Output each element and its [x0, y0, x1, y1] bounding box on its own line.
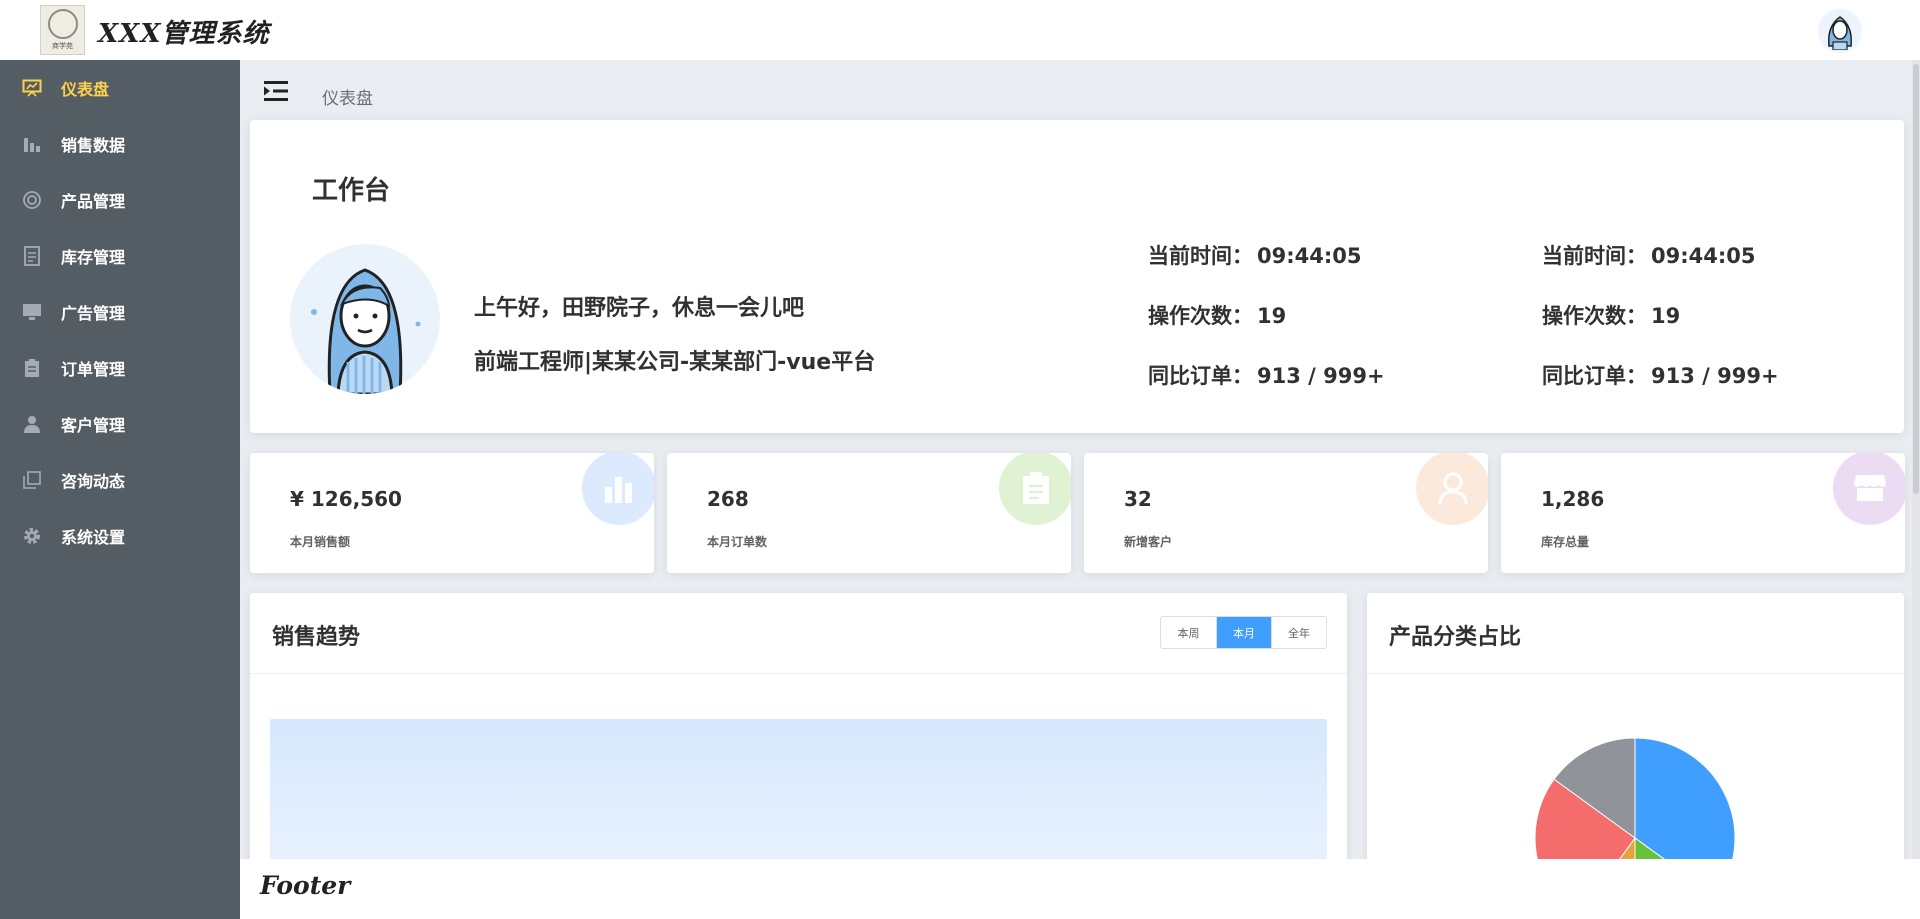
kpi-value: 32 [1124, 487, 1152, 511]
sidebar-item-settings[interactable]: 系统设置 [0, 508, 240, 564]
tab-full-year[interactable]: 全年 [1271, 617, 1326, 648]
document-icon [22, 246, 42, 266]
app-title: XXX管理系统 [98, 19, 270, 49]
kpi-value: 1,286 [1541, 487, 1605, 511]
kpi-label: 本月销售额 [290, 535, 351, 549]
current-time-stat: 当前时间： 09:44:05 [1542, 240, 1755, 270]
stat-label: 操作次数： [1542, 304, 1647, 328]
kpi-label: 库存总量 [1541, 535, 1590, 549]
profile-avatar [290, 244, 440, 394]
stat-value: 19 [1257, 304, 1287, 328]
kpi-label: 新增客户 [1124, 535, 1173, 549]
panel-title: 销售趋势 [272, 625, 361, 650]
sidebar-item-orders[interactable]: 订单管理 [0, 340, 240, 396]
kpi-card-inventory-total: 1,286 库存总量 [1501, 453, 1905, 573]
yoy-orders-stat: 同比订单： 913 / 999+ [1542, 360, 1779, 390]
kpi-label: 本月订单数 [707, 535, 768, 549]
sidebar-item-label: 系统设置 [61, 528, 126, 547]
gear-icon [22, 526, 42, 546]
sidebar-item-label: 客户管理 [61, 416, 126, 435]
sidebar-item-label: 产品管理 [61, 192, 126, 211]
sidebar-item-sales-data[interactable]: 销售数据 [0, 116, 240, 172]
clipboard-icon [1023, 472, 1049, 504]
bar-chart-icon [22, 134, 42, 154]
store-icon [1854, 475, 1886, 501]
stat-value: 19 [1651, 304, 1681, 328]
workbench-card: 工作台 上午好，田野院子，休息一会儿吧 前端工程师|某某公司-某某部门-vue平… [250, 120, 1904, 433]
kpi-card-monthly-orders: 268 本月订单数 [667, 453, 1071, 573]
stat-value: 09:44:05 [1651, 244, 1756, 268]
tab-this-month[interactable]: 本月 [1216, 617, 1271, 648]
menu-fold-icon [264, 81, 288, 101]
copy-icon [22, 470, 42, 490]
sidebar-item-news[interactable]: 咨询动态 [0, 452, 240, 508]
sidebar-item-label: 仪表盘 [61, 80, 110, 99]
yoy-orders-stat: 同比订单： 913 / 999+ [1148, 360, 1385, 390]
stat-value: 913 / 999+ [1651, 364, 1779, 388]
page-scrollbar[interactable] [1912, 60, 1920, 859]
kpi-bubble [582, 453, 654, 525]
bar-chart-icon [605, 477, 632, 503]
current-time-stat: 当前时间： 09:44:05 [1148, 240, 1361, 270]
role-text: 前端工程师|某某公司-某某部门-vue平台 [474, 350, 876, 375]
sidebar-item-products[interactable]: 产品管理 [0, 172, 240, 228]
kpi-value: 268 [707, 487, 749, 511]
sidebar-item-label: 销售数据 [61, 136, 126, 155]
user-icon [22, 414, 42, 434]
operation-count-stat: 操作次数： 19 [1148, 300, 1286, 330]
stat-label: 当前时间： [1148, 244, 1253, 268]
breadcrumb[interactable]: 仪表盘 [322, 84, 373, 109]
main-content: 仪表盘 工作台 上午好，田野院子，休息一会儿吧 前端工程师|某某公司-某某部门-… [240, 60, 1920, 883]
sidebar-item-dashboard[interactable]: 仪表盘 [0, 60, 240, 116]
kpi-card-new-customers: 32 新增客户 [1084, 453, 1488, 573]
sidebar-item-inventory[interactable]: 库存管理 [0, 228, 240, 284]
stat-label: 同比订单： [1148, 364, 1253, 388]
category-share-panel: 产品分类占比 [1367, 593, 1904, 883]
clipboard-icon [22, 358, 42, 378]
footer: Footer [240, 859, 1920, 919]
sidebar-item-label: 咨询动态 [61, 472, 126, 491]
top-header: 商学苑 XXX管理系统 [0, 0, 1920, 60]
kpi-bubble [1833, 453, 1905, 525]
sales-trend-panel: 销售趋势 本周 本月 全年 [250, 593, 1347, 883]
topbar: 仪表盘 [240, 60, 1920, 120]
sidebar-item-label: 订单管理 [61, 360, 126, 379]
scrollbar-thumb[interactable] [1913, 64, 1919, 494]
sidebar-item-ads[interactable]: 广告管理 [0, 284, 240, 340]
product-ring-icon [22, 190, 42, 210]
kpi-bubble [999, 453, 1071, 525]
logo: 商学苑 [40, 5, 85, 55]
avatar-icon [1827, 16, 1853, 50]
sidebar: 仪表盘 销售数据 产品管理 库存管理 广告管理 订单管理 客户管理 咨询动态 系… [0, 60, 240, 919]
stat-label: 同比订单： [1542, 364, 1647, 388]
sidebar-item-label: 库存管理 [61, 248, 126, 267]
kpi-bubble [1416, 453, 1488, 525]
stat-label: 操作次数： [1148, 304, 1253, 328]
workbench-title: 工作台 [312, 176, 391, 206]
collapse-menu-button[interactable] [264, 80, 290, 102]
pie-chart [1534, 737, 1736, 883]
user-avatar[interactable] [1818, 9, 1862, 53]
operation-count-stat: 操作次数： 19 [1542, 300, 1680, 330]
tab-this-week[interactable]: 本周 [1161, 617, 1216, 648]
greeting-text: 上午好，田野院子，休息一会儿吧 [474, 296, 805, 321]
kpi-card-monthly-sales: ¥ 126,560 本月销售额 [250, 453, 654, 573]
footer-text: Footer [260, 871, 351, 900]
stat-value: 913 / 999+ [1257, 364, 1385, 388]
monitor-icon [22, 302, 42, 322]
stat-label: 当前时间： [1542, 244, 1647, 268]
period-switch: 本周 本月 全年 [1160, 616, 1327, 649]
kpi-value: ¥ 126,560 [290, 487, 402, 511]
profile-illustration-icon [311, 268, 421, 394]
logo-emblem [47, 9, 78, 39]
logo-text: 商学苑 [52, 42, 73, 50]
sidebar-item-label: 广告管理 [61, 304, 126, 323]
sidebar-item-customers[interactable]: 客户管理 [0, 396, 240, 452]
stat-value: 09:44:05 [1257, 244, 1362, 268]
panel-divider [250, 673, 1347, 674]
user-icon [1438, 472, 1468, 505]
dashboard-icon [22, 78, 42, 98]
